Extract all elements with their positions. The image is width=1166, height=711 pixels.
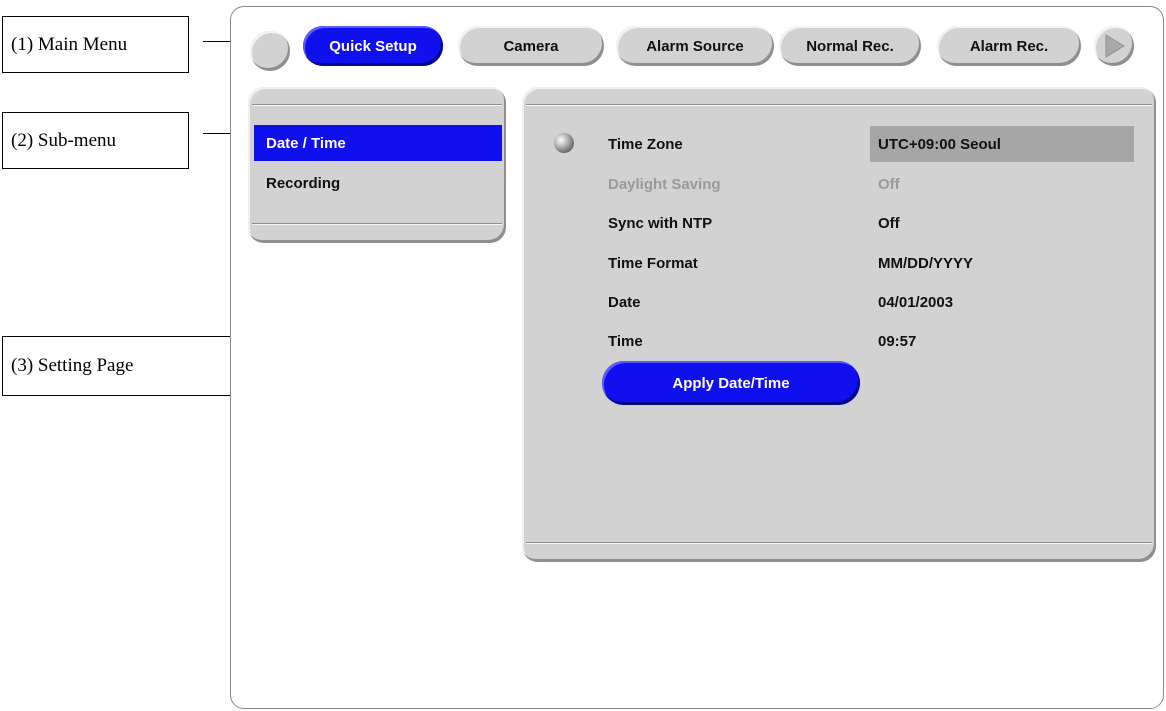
setting-label-date: Date xyxy=(608,293,641,311)
tab-alarm-rec[interactable]: Alarm Rec. xyxy=(937,26,1081,66)
tab-alarm-source[interactable]: Alarm Source xyxy=(616,26,774,66)
play-arrow-icon xyxy=(1105,34,1125,58)
setting-label-time-zone: Time Zone xyxy=(608,135,683,153)
callout-sub-menu: (2) Sub-menu xyxy=(2,112,189,169)
sub-menu-item-date-time[interactable]: Date / Time xyxy=(254,125,502,161)
setting-label-time: Time xyxy=(608,332,643,350)
setting-value-time-zone[interactable]: UTC+09:00 Seoul xyxy=(870,126,1134,162)
sub-menu-panel: Date / Time Recording xyxy=(248,87,506,243)
menu-next-button[interactable] xyxy=(1094,26,1134,66)
sub-menu-item-recording[interactable]: Recording xyxy=(254,165,502,201)
tab-quick-setup[interactable]: Quick Setup xyxy=(303,26,443,66)
setting-value-time-format[interactable]: MM/DD/YYYY xyxy=(870,245,1134,281)
menu-prev-button[interactable] xyxy=(250,31,290,71)
setting-page-top-divider xyxy=(526,104,1152,106)
tab-camera[interactable]: Camera xyxy=(458,26,604,66)
setting-value-date[interactable]: 04/01/2003 xyxy=(870,284,1134,320)
setting-label-sync-ntp: Sync with NTP xyxy=(608,214,713,232)
setting-value-sync-ntp[interactable]: Off xyxy=(870,205,1134,241)
setting-page-panel: Time Zone UTC+09:00 Seoul Daylight Savin… xyxy=(522,87,1156,562)
setting-page-bottom-divider xyxy=(526,542,1152,544)
selection-cursor-icon xyxy=(554,133,574,153)
tab-normal-rec[interactable]: Normal Rec. xyxy=(779,26,921,66)
apply-date-time-button[interactable]: Apply Date/Time xyxy=(602,361,860,405)
sub-menu-top-divider xyxy=(252,104,502,106)
sub-menu-bottom-divider xyxy=(252,223,502,225)
setting-value-daylight-saving: Off xyxy=(878,175,900,193)
callout-main-menu: (1) Main Menu xyxy=(2,16,189,73)
callout-setting-page: (3) Setting Page xyxy=(2,336,238,396)
setting-label-daylight-saving: Daylight Saving xyxy=(608,175,721,193)
setting-value-time[interactable]: 09:57 xyxy=(870,323,1134,359)
setting-label-time-format: Time Format xyxy=(608,254,698,272)
